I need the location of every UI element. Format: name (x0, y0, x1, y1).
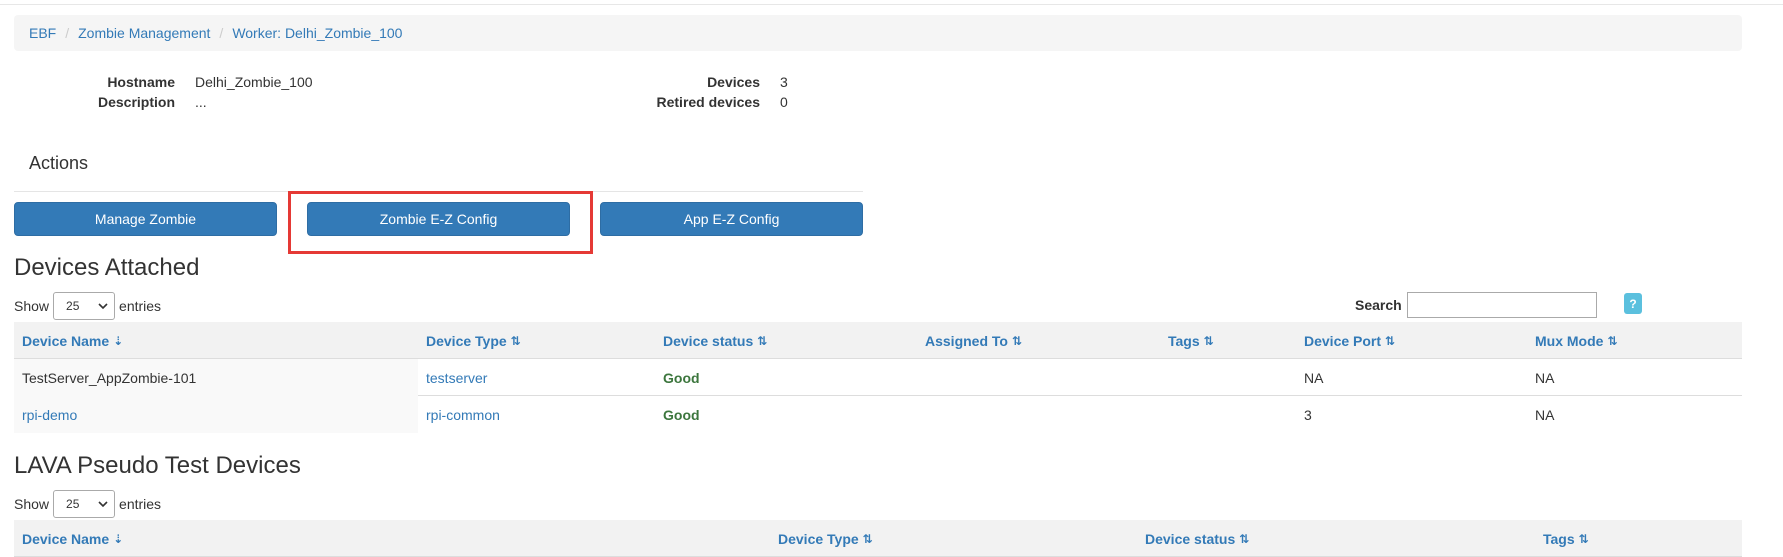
column-header-device-name[interactable]: Device Name ⇣ (22, 322, 123, 359)
breadcrumb-worker[interactable]: Worker: Delhi_Zombie_100 (232, 25, 402, 41)
hostname-value: Delhi_Zombie_100 (195, 74, 313, 90)
sort-icon: ⇅ (1385, 333, 1396, 348)
worker-info-left: Hostname Delhi_Zombie_100 Description ..… (60, 72, 313, 112)
column-header-label: Tags (1168, 332, 1200, 349)
column-header-tags[interactable]: Tags ⇅ (1168, 322, 1214, 359)
device-name-cell: TestServer_AppZombie-101 (14, 359, 418, 396)
entries-label: entries (119, 496, 162, 512)
column-header-label: Mux Mode (1535, 332, 1604, 349)
sort-icon: ⇅ (1239, 531, 1250, 546)
lava-devices-length-control: Show 25 entries (14, 490, 161, 518)
column-header-label: Assigned To (925, 332, 1008, 349)
devices-attached-table-header: Device Name ⇣ Device Type ⇅ Device status ⇅… (14, 322, 1742, 359)
app-ez-config-button[interactable]: App E-Z Config (600, 202, 863, 236)
column-header-label: Device Port (1304, 332, 1382, 349)
devices-label: Devices (707, 74, 760, 90)
description-label: Description (97, 94, 175, 110)
show-label: Show (14, 298, 50, 314)
entries-select[interactable]: 25 (53, 292, 116, 320)
breadcrumb: EBF / Zombie Management / Worker: Delhi_… (14, 15, 1742, 51)
retired-devices-value: 0 (780, 94, 788, 110)
worker-info-right: Devices 3 Retired devices 0 (600, 72, 788, 112)
retired-devices-label: Retired devices (656, 94, 761, 110)
sort-icon: ⇅ (1578, 531, 1589, 546)
device-name-link[interactable]: rpi-demo (14, 396, 418, 433)
column-header-mux-mode[interactable]: Mux Mode ⇅ (1535, 322, 1618, 359)
column-header-device-name[interactable]: Device Name ⇣ (22, 520, 123, 557)
device-status-cell: Good (663, 369, 700, 386)
top-divider (0, 4, 1783, 5)
entries-label: entries (119, 298, 162, 314)
column-header-device-status[interactable]: Device status ⇅ (663, 322, 767, 359)
sort-icon: ⇅ (510, 333, 521, 348)
device-port-cell: NA (1304, 369, 1324, 386)
column-header-device-type[interactable]: Device Type ⇅ (778, 520, 873, 557)
sort-icon: ⇅ (1607, 333, 1618, 348)
column-header-label: Device status (1145, 530, 1236, 547)
entries-select[interactable]: 25 (53, 490, 116, 518)
device-port-cell: 3 (1304, 406, 1312, 423)
mux-mode-cell: NA (1535, 406, 1555, 423)
entries-select-value: 25 (66, 299, 80, 313)
column-header-device-type[interactable]: Device Type ⇅ (426, 322, 521, 359)
actions-divider (14, 191, 863, 192)
column-header-tags[interactable]: Tags ⇅ (1543, 520, 1589, 557)
devices-attached-length-control: Show 25 entries (14, 292, 161, 320)
breadcrumb-ebf[interactable]: EBF (29, 25, 56, 41)
entries-select-value: 25 (66, 497, 80, 511)
lava-pseudo-test-devices-heading: LAVA Pseudo Test Devices (14, 452, 301, 479)
breadcrumb-zombie-management[interactable]: Zombie Management (78, 25, 210, 41)
table-row: TestServer_AppZombie-101 testserver Good… (14, 359, 1742, 396)
devices-search: Search (1355, 292, 1597, 318)
column-header-assigned-to[interactable]: Assigned To ⇅ (925, 322, 1022, 359)
sort-ascending-icon: ⇣ (113, 531, 124, 546)
column-header-label: Device Type (426, 332, 507, 349)
sort-icon: ⇅ (1011, 333, 1023, 348)
show-label: Show (14, 496, 50, 512)
sort-ascending-icon: ⇣ (113, 333, 124, 348)
breadcrumb-separator: / (65, 25, 70, 41)
help-button[interactable]: ? (1624, 293, 1642, 314)
column-header-label: Device Type (778, 530, 859, 547)
table-row: rpi-demo rpi-common Good 3 NA (14, 396, 1742, 433)
devices-attached-heading: Devices Attached (14, 254, 200, 281)
mux-mode-cell: NA (1535, 369, 1555, 386)
column-header-label: Tags (1543, 530, 1575, 547)
column-header-label: Device status (663, 332, 754, 349)
search-label: Search (1355, 297, 1402, 313)
breadcrumb-separator: / (219, 25, 224, 41)
actions-heading: Actions (29, 153, 89, 173)
manage-zombie-button[interactable]: Manage Zombie (14, 202, 277, 236)
search-input[interactable] (1406, 292, 1597, 318)
chevron-down-icon (98, 299, 108, 313)
description-value: ... (195, 94, 207, 110)
device-type-link[interactable]: testserver (426, 359, 487, 396)
devices-value: 3 (780, 74, 788, 90)
column-header-device-status[interactable]: Device status ⇅ (1145, 520, 1249, 557)
lava-devices-table-header: Device Name ⇣ Device Type ⇅ Device status ⇅… (14, 520, 1742, 557)
hostname-label: Hostname (107, 74, 175, 90)
chevron-down-icon (98, 497, 108, 511)
sort-icon: ⇅ (757, 333, 768, 348)
column-header-label: Device Name (22, 530, 110, 547)
column-header-label: Device Name (22, 332, 110, 349)
device-status-cell: Good (663, 406, 700, 423)
sort-icon: ⇅ (1203, 333, 1214, 348)
column-header-device-port[interactable]: Device Port ⇅ (1304, 322, 1395, 359)
device-type-link[interactable]: rpi-common (426, 396, 500, 433)
zombie-ez-config-button[interactable]: Zombie E-Z Config (307, 202, 570, 236)
sort-icon: ⇅ (862, 531, 873, 546)
